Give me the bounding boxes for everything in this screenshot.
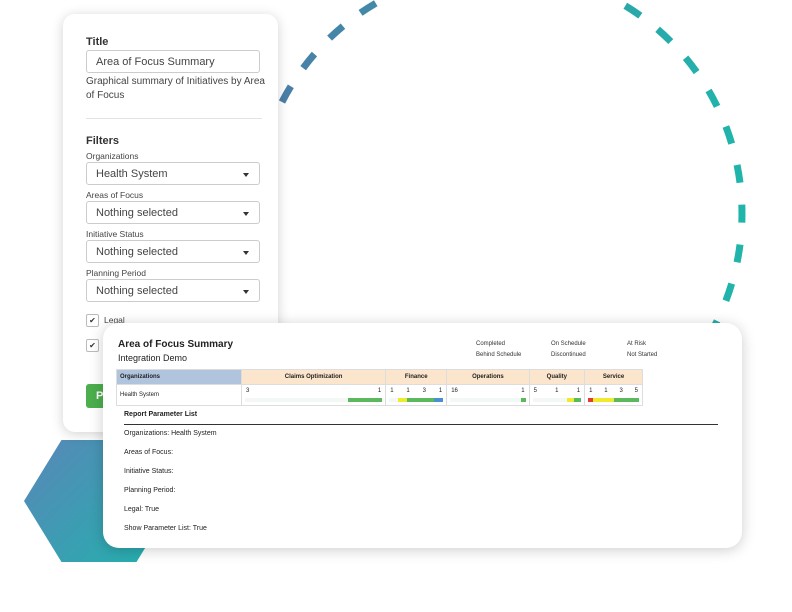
legend-item: At Risk xyxy=(627,341,647,347)
param-list-title: Report Parameter List xyxy=(124,411,198,418)
divider xyxy=(86,118,262,119)
count-label: 1 xyxy=(521,388,525,394)
bar-segment xyxy=(574,398,582,402)
areas-select[interactable]: Nothing selected xyxy=(86,201,260,224)
filters-label: Filters xyxy=(86,135,120,147)
legend-item: Completed xyxy=(476,341,506,347)
bar-segment xyxy=(598,398,614,402)
count-label: 5 xyxy=(533,388,537,394)
bar-segment xyxy=(407,398,435,402)
bar-segment xyxy=(613,398,639,402)
param-item: Initiative Status: xyxy=(124,468,174,475)
bar-cell: 1 1 3 1 xyxy=(385,384,448,406)
bar-cell: 31 xyxy=(240,384,387,406)
bar-segment xyxy=(521,398,526,402)
column-header: Service xyxy=(584,369,643,385)
count-label: 1 xyxy=(589,388,593,394)
organizations-select[interactable]: Health System xyxy=(86,162,260,185)
legend-item: Not Started xyxy=(627,352,658,358)
count-label: 1 xyxy=(438,388,443,394)
legend-item: Behind Schedule xyxy=(476,352,522,358)
bar-segment xyxy=(347,398,383,402)
org-header: Organizations xyxy=(116,369,242,385)
count-label: 1 xyxy=(390,388,394,394)
report-title: Area of Focus Summary xyxy=(118,339,234,350)
bar-segment xyxy=(434,398,444,402)
organizations-label: Organizations xyxy=(86,151,139,161)
count-label: 1 xyxy=(377,388,382,394)
param-item: Show Parameter List: True xyxy=(124,525,207,532)
count-label: 16 xyxy=(451,388,458,394)
bar-segment xyxy=(245,398,348,402)
report-subtitle: Integration Demo xyxy=(118,353,188,363)
bar-segment xyxy=(389,398,399,402)
count-label: 1 xyxy=(576,388,581,394)
status-select[interactable]: Nothing selected xyxy=(86,240,260,263)
title-input[interactable]: Area of Focus Summary xyxy=(86,50,260,73)
count-label: 5 xyxy=(634,388,638,394)
param-item: Areas of Focus: xyxy=(124,449,174,456)
column-header: Claims Optimization xyxy=(240,369,387,385)
legal-checkbox[interactable]: ✔ xyxy=(86,314,99,327)
legend-item: On Schedule xyxy=(551,341,586,347)
count-label: 1 xyxy=(406,388,410,394)
param-item: Planning Period: xyxy=(124,487,176,494)
description: Graphical summary of Initiatives by Area… xyxy=(86,76,265,101)
status-label: Initiative Status xyxy=(86,229,144,239)
param-item: Legal: True xyxy=(124,506,160,513)
bar-segment xyxy=(450,398,522,402)
bar-cell: 5 1 1 xyxy=(528,384,586,406)
count-label: 1 xyxy=(604,388,608,394)
areas-label: Areas of Focus xyxy=(86,190,144,200)
column-header: Operations xyxy=(446,369,530,385)
title-label: Title xyxy=(86,36,109,48)
param-item: Organizations: Health System xyxy=(124,430,217,437)
divider xyxy=(124,424,718,425)
bar-cell: 1 1 3 5 xyxy=(584,384,643,406)
bar-segment xyxy=(398,398,408,402)
column-header: Finance xyxy=(385,369,448,385)
show-params-checkbox[interactable]: ✔ xyxy=(86,339,99,352)
bar-segment xyxy=(532,398,568,402)
period-label: Planning Period xyxy=(86,268,147,278)
legend-item: Discontinued xyxy=(551,352,586,358)
count-label: 3 xyxy=(619,388,623,394)
bar-segment xyxy=(567,398,575,402)
count-label: 1 xyxy=(555,388,559,394)
count-label: 3 xyxy=(422,388,426,394)
period-select[interactable]: Nothing selected xyxy=(86,279,260,302)
bar-cell: 16 1 xyxy=(446,384,530,406)
summary-table: Organizations Claims Optimization Finance O… xyxy=(116,369,643,406)
column-header: Quality xyxy=(528,369,586,385)
report-preview: Area of Focus Summary Integration Demo C… xyxy=(103,323,742,548)
count-label: 3 xyxy=(246,388,250,394)
org-cell: Health System xyxy=(116,384,242,406)
